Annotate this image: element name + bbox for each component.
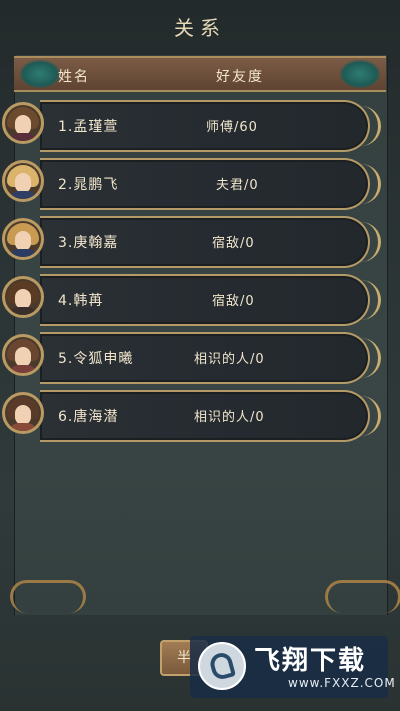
cloud-ornament-right-icon xyxy=(325,580,400,613)
watermark-logo-icon xyxy=(198,642,246,690)
header-affinity: 好友度 xyxy=(216,69,264,85)
row-card-end xyxy=(358,222,381,262)
watermark-banner: 飞翔下载 www.FXXZ.COM xyxy=(190,636,395,698)
page-title: 关系 xyxy=(174,16,226,40)
watermark-url: www.FXXZ.COM xyxy=(288,676,396,690)
character-affinity: 宿敌/0 xyxy=(212,236,255,251)
relation-row-3[interactable]: 3.庚翰嘉 宿敌/0 xyxy=(0,214,400,270)
header-name: 姓名 xyxy=(58,69,90,85)
avatar-body xyxy=(9,133,37,141)
character-name: 3.庚翰嘉 xyxy=(58,235,119,251)
header-ornament-left-icon xyxy=(20,60,60,88)
character-affinity: 夫君/0 xyxy=(216,178,259,193)
character-affinity: 相识的人/0 xyxy=(194,352,265,367)
character-avatar-5[interactable] xyxy=(2,334,44,376)
avatar-face xyxy=(15,347,31,367)
avatar-face xyxy=(15,231,31,251)
avatar-face xyxy=(15,405,31,425)
cloud-ornament-left-icon xyxy=(10,580,86,613)
avatar-body xyxy=(9,365,37,373)
relation-row-6[interactable]: 6.唐海潜 相识的人/0 xyxy=(0,388,400,444)
avatar-body xyxy=(9,307,37,315)
character-affinity: 相识的人/0 xyxy=(194,410,265,425)
character-avatar-2[interactable] xyxy=(2,160,44,202)
table-header: 姓名 好友度 xyxy=(14,56,386,92)
relation-row-2[interactable]: 2.晁鹏飞 夫君/0 xyxy=(0,156,400,212)
watermark-title: 飞翔下载 xyxy=(254,646,367,676)
relation-row-4[interactable]: 4.韩苒 宿敌/0 xyxy=(0,272,400,328)
row-card-end xyxy=(358,396,381,436)
character-name: 1.孟瑾萱 xyxy=(58,119,119,135)
character-name: 4.韩苒 xyxy=(58,293,104,309)
character-affinity: 师傅/60 xyxy=(206,120,258,135)
character-avatar-4[interactable] xyxy=(2,276,44,318)
character-avatar-3[interactable] xyxy=(2,218,44,260)
avatar-face xyxy=(15,173,31,193)
avatar-body xyxy=(9,191,37,199)
row-card-end xyxy=(358,280,381,320)
row-card-end xyxy=(358,164,381,204)
character-avatar-6[interactable] xyxy=(2,392,44,434)
row-card-end xyxy=(358,106,381,146)
avatar-body xyxy=(9,249,37,257)
avatar-face xyxy=(15,289,31,309)
relation-row-1[interactable]: 1.孟瑾萱 师傅/60 xyxy=(0,98,400,154)
avatar-body xyxy=(9,423,37,431)
character-affinity: 宿敌/0 xyxy=(212,294,255,309)
avatar-face xyxy=(15,115,31,135)
character-name: 6.唐海潜 xyxy=(58,409,119,425)
relation-row-5[interactable]: 5.令狐申曦 相识的人/0 xyxy=(0,330,400,386)
character-avatar-1[interactable] xyxy=(2,102,44,144)
character-name: 5.令狐申曦 xyxy=(58,351,134,367)
character-name: 2.晁鹏飞 xyxy=(58,177,119,193)
header-ornament-right-icon xyxy=(340,60,380,88)
row-card-end xyxy=(358,338,381,378)
